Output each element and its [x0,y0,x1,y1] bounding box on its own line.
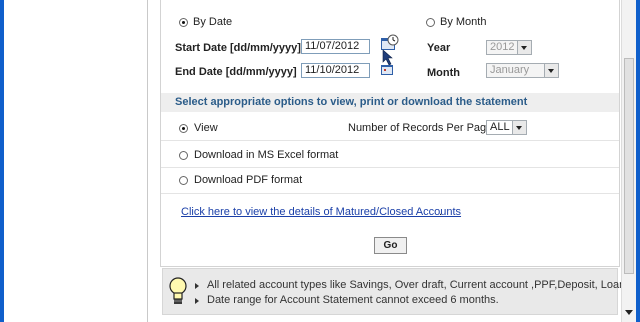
left-sidebar [4,0,148,322]
options-section-header: Select appropriate options to view, prin… [161,93,619,112]
by-month-radio[interactable] [426,18,435,27]
year-select[interactable]: 2012 [486,40,532,55]
pdf-radio[interactable] [179,176,188,185]
by-date-radio[interactable] [179,18,188,27]
pdf-label: Download PDF format [194,174,303,186]
month-label: Month [427,67,460,79]
divider [161,140,619,141]
statement-form: By Date By Month Start Date [dd/mm/yyyy]… [160,0,620,267]
end-date-input[interactable]: 11/10/2012 [301,63,370,78]
year-value: 2012 [490,41,515,53]
page-frame: By Date By Month Start Date [dd/mm/yyyy]… [4,0,636,322]
month-value: January [490,64,530,76]
calendar-icon[interactable] [381,34,399,78]
divider [161,193,619,194]
month-select[interactable]: January [486,63,559,78]
excel-label: Download in MS Excel format [194,149,339,161]
lightbulb-icon [169,277,187,304]
link-suffix: . [439,206,443,218]
view-radio[interactable] [179,124,188,133]
options-section-title: Select appropriate options to view, prin… [175,96,528,108]
excel-radio[interactable] [179,151,188,160]
divider [161,167,619,168]
start-date-input[interactable]: 11/07/2012 [301,39,370,54]
chevron-down-icon [517,41,531,54]
by-month-label: By Month [440,16,487,28]
notes-box: All related account types like Savings, … [162,268,625,315]
end-date-label: End Date [dd/mm/yyyy] [175,66,297,78]
records-per-page-label: Number of Records Per Page [348,122,493,134]
chevron-down-icon [512,121,526,134]
vertical-scrollbar[interactable] [621,0,636,322]
note-line: All related account types like Savings, … [207,279,626,291]
bullet-icon [195,298,199,304]
go-button[interactable]: Go [374,237,407,254]
bullet-icon [195,283,199,289]
note-line: Date range for Account Statement cannot … [207,294,499,306]
chevron-down-icon [544,64,558,77]
scroll-down-icon[interactable] [623,306,635,318]
start-date-label: Start Date [dd/mm/yyyy] [175,42,301,54]
records-per-page-value: ALL [490,121,510,133]
records-per-page-select[interactable]: ALL [486,120,527,135]
view-label: View [194,122,218,134]
matured-accounts-link[interactable]: Click here to view the details of Mature… [181,206,461,218]
year-label: Year [427,42,451,54]
by-date-label: By Date [193,16,233,28]
scrollbar-thumb[interactable] [624,58,634,274]
